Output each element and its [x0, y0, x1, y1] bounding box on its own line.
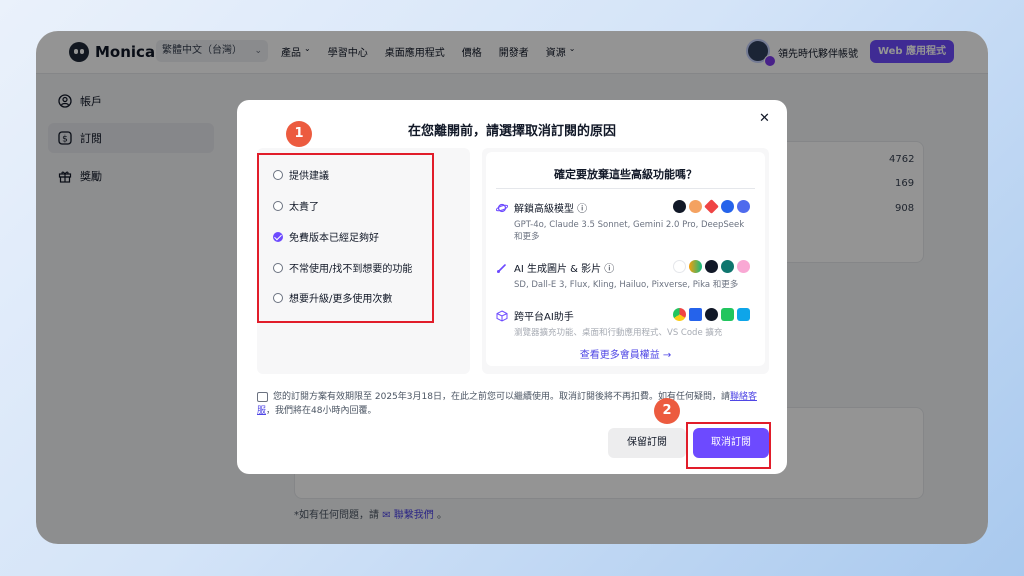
android-icon — [721, 308, 734, 321]
windows-icon — [689, 308, 702, 321]
model-logos — [673, 199, 750, 214]
close-icon[interactable]: ✕ — [759, 111, 770, 126]
claude-icon — [689, 200, 702, 213]
annotation-box-cancel — [686, 422, 771, 469]
feature-title: 跨平台AI助手 — [514, 312, 574, 323]
notice-text: ，我們將在48小時內回覆。 — [266, 406, 377, 416]
cube-icon — [496, 309, 508, 322]
image-tool-logos — [673, 260, 750, 273]
features-panel: 確定要放棄這些高級功能嗎？ 解鎖高級模型 ⓘ GPT-4o, Claude 3.… — [482, 148, 769, 374]
feature-description: SD, Dall-E 3, Flux, Kling, Hailuo, Pixve… — [514, 280, 739, 290]
deepseek-icon — [737, 200, 750, 213]
flux-icon — [689, 260, 702, 273]
features-card: 確定要放棄這些高級功能嗎？ 解鎖高級模型 ⓘ GPT-4o, Claude 3.… — [486, 152, 765, 366]
annotation-box-reasons — [257, 153, 434, 323]
view-more-benefits-link[interactable]: 查看更多會員權益 → — [486, 346, 765, 361]
modal-overlay: 在您離開前，請選擇取消訂閱的原因 ✕ 提供建議 太貴了 免費版本已經足夠好 不常… — [0, 0, 1024, 576]
pika-icon — [737, 260, 750, 273]
apple-icon — [705, 308, 718, 321]
features-title: 確定要放棄這些高級功能嗎？ — [554, 168, 697, 181]
brush-icon — [497, 263, 506, 273]
platform-logos — [673, 308, 750, 321]
stable-diffusion-icon — [673, 260, 686, 273]
feature-item-cross-platform: 跨平台AI助手 瀏覽器擴充功能、桌面和行動應用程式、VS Code 擴充 — [496, 308, 758, 339]
planet-icon — [496, 203, 508, 212]
openai-icon — [673, 200, 686, 213]
feature-title: AI 生成圖片 & 影片 ⓘ — [514, 264, 615, 275]
subscription-notice: 您的訂閱方案有效期限至 2025年3月18日，在此之前您可以繼續使用。取消訂閱後… — [257, 390, 765, 418]
divider — [496, 188, 755, 189]
chat-icon — [257, 391, 268, 402]
meta-icon — [721, 200, 734, 213]
chrome-icon — [673, 308, 686, 321]
feature-description: 瀏覽器擴充功能、桌面和行動應用程式、VS Code 擴充 — [514, 328, 723, 338]
keep-subscription-button[interactable]: 保留訂閱 — [608, 428, 686, 458]
step-badge-1: 1 — [286, 121, 312, 147]
kling-icon — [705, 260, 718, 273]
vscode-icon — [737, 308, 750, 321]
feature-title: 解鎖高級模型 ⓘ — [514, 204, 588, 215]
feature-description: GPT-4o, Claude 3.5 Sonnet, Gemini 2.0 Pr… — [514, 220, 745, 242]
gemini-icon — [704, 199, 719, 214]
feature-item-models: 解鎖高級模型 ⓘ GPT-4o, Claude 3.5 Sonnet, Gemi… — [496, 199, 758, 243]
feature-item-image-video: AI 生成圖片 & 影片 ⓘ SD, Dall-E 3, Flux, Kling… — [496, 260, 758, 291]
hailuo-icon — [721, 260, 734, 273]
dialog-title: 在您離開前，請選擇取消訂閱的原因 — [407, 124, 616, 139]
cancel-subscription-dialog: 在您離開前，請選擇取消訂閱的原因 ✕ 提供建議 太貴了 免費版本已經足夠好 不常… — [237, 100, 787, 474]
step-badge-2: 2 — [654, 398, 680, 424]
